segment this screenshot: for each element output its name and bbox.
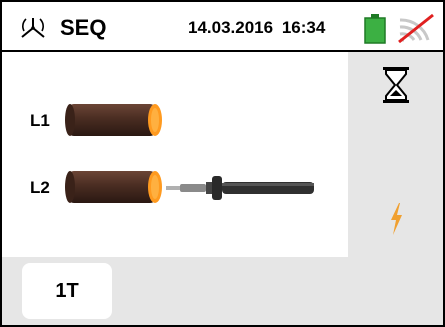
connection-diagram [2,52,348,257]
mode-label: SEQ [60,15,107,40]
cable-l2-icon [65,171,162,203]
wireless-disabled-icon [398,13,434,44]
cable-l1-icon [65,104,162,136]
phase-label-l1: L1 [30,111,50,130]
date-text: 14.03.2016 [188,18,274,37]
phase-label-l2: L2 [30,178,50,197]
date-time: 14.03.2016 16:34 [188,18,325,38]
mode-1t-button[interactable]: 1T [22,263,112,319]
test-probe-icon [166,176,314,200]
status-header: SEQ 14.03.2016 16:34 [2,2,443,52]
time-text: 16:34 [281,18,326,37]
three-phase-sequence-icon [21,18,45,38]
battery-full-icon [364,14,386,44]
hourglass-icon [383,67,409,103]
instrument-screen: SEQ 14.03.2016 16:34 L1 L2 1T [0,0,445,327]
lightning-bolt-icon [391,203,402,235]
